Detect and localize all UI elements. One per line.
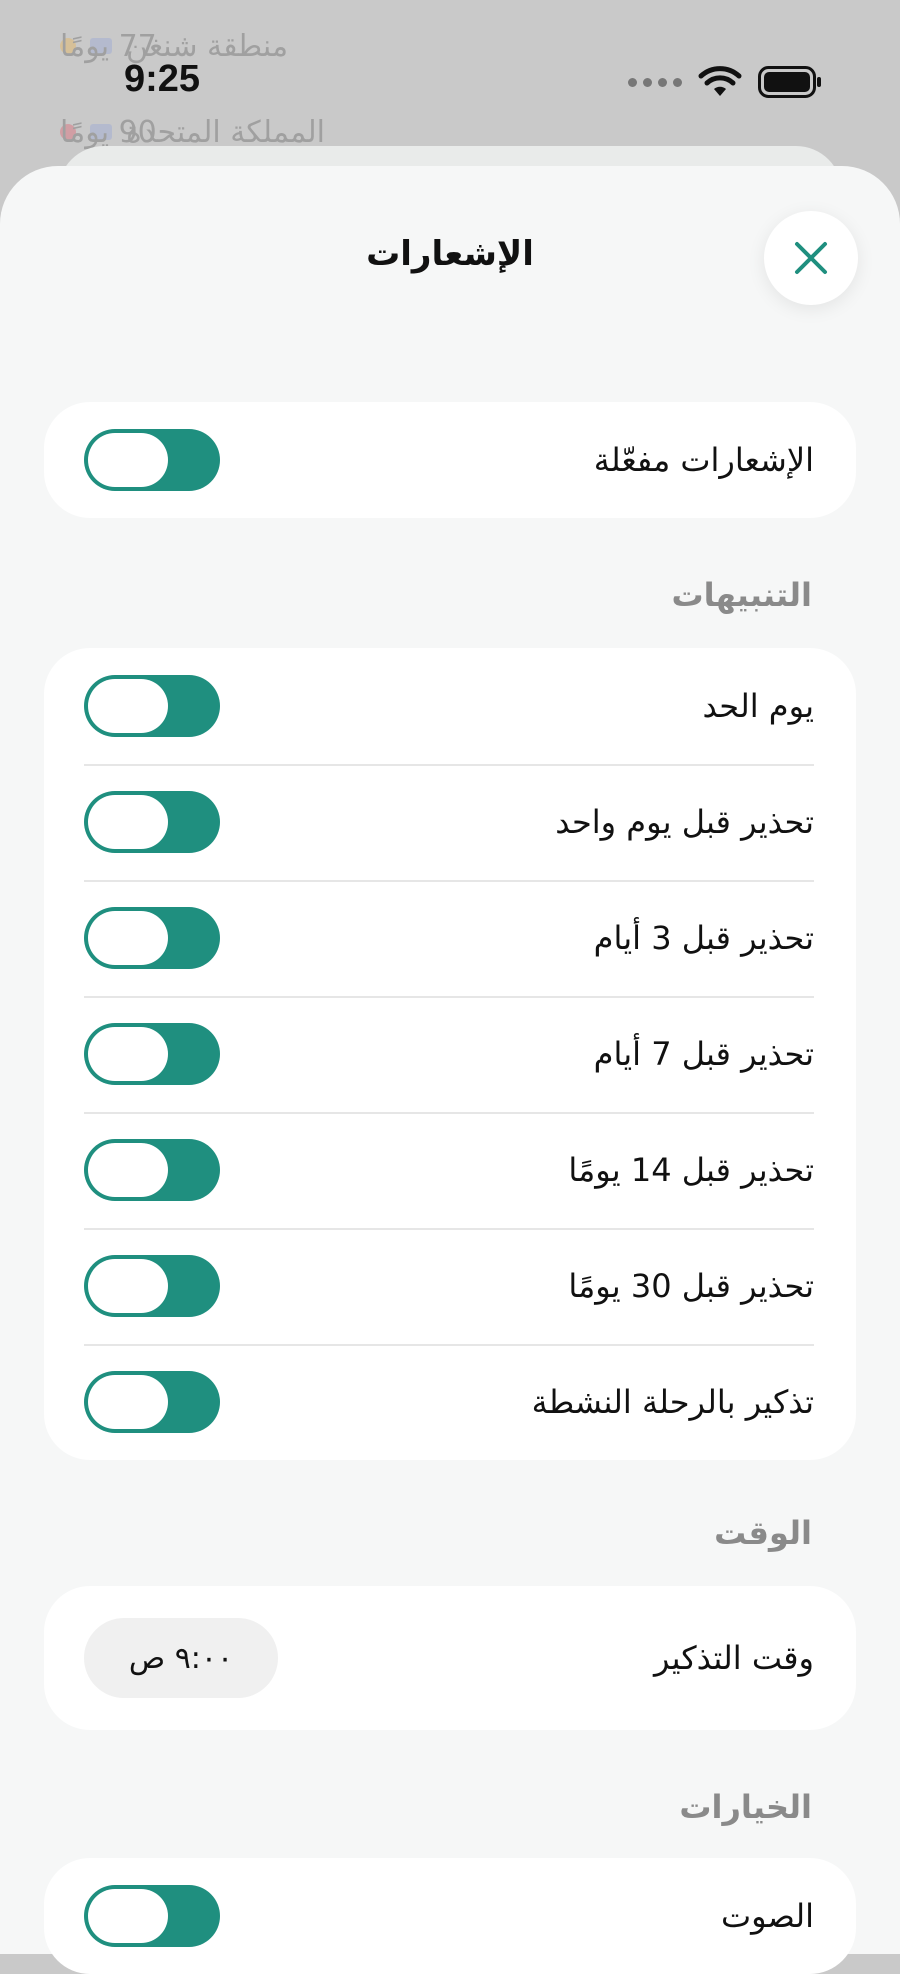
background-row-value: 90 يومًا	[60, 114, 157, 150]
alert-label: تحذير قبل 14 يومًا	[568, 1151, 814, 1189]
status-icons	[628, 62, 822, 102]
sound-toggle[interactable]	[84, 1885, 220, 1947]
alert-row-7-days: تحذير قبل 7 أيام	[44, 996, 856, 1112]
alert-toggle-3-days[interactable]	[84, 907, 220, 969]
reminder-time-picker[interactable]: ٩:٠٠ ص	[84, 1618, 278, 1698]
alert-label: تذكير بالرحلة النشطة	[531, 1383, 814, 1421]
options-section-header: الخيارات	[679, 1788, 812, 1826]
alert-row-1-day: تحذير قبل يوم واحد	[44, 764, 856, 880]
time-section-header: الوقت	[714, 1514, 812, 1552]
wifi-icon	[698, 66, 742, 96]
battery-icon	[758, 66, 821, 98]
notifications-enabled-label: الإشعارات مفعّلة	[593, 441, 814, 479]
options-card: الصوت	[44, 1858, 856, 1974]
alert-toggle-14-days[interactable]	[84, 1139, 220, 1201]
reminder-time-row: وقت التذكير ٩:٠٠ ص	[44, 1586, 856, 1730]
alert-label: يوم الحد	[702, 687, 814, 725]
alert-label: تحذير قبل 7 أيام	[593, 1035, 814, 1073]
close-x-icon	[795, 242, 827, 274]
alert-label: تحذير قبل يوم واحد	[555, 803, 814, 841]
alert-row-limit-day: يوم الحد	[44, 648, 856, 764]
reminder-time-label: وقت التذكير	[654, 1639, 814, 1677]
alert-toggle-1-day[interactable]	[84, 791, 220, 853]
alert-toggle-30-days[interactable]	[84, 1255, 220, 1317]
alert-row-30-days: تحذير قبل 30 يومًا	[44, 1228, 856, 1344]
alert-row-active-trip: تذكير بالرحلة النشطة	[44, 1344, 856, 1460]
alert-label: تحذير قبل 30 يومًا	[568, 1267, 814, 1305]
sound-label: الصوت	[720, 1897, 814, 1935]
alert-row-3-days: تحذير قبل 3 أيام	[44, 880, 856, 996]
alert-toggle-active-trip[interactable]	[84, 1371, 220, 1433]
status-time: 9:25	[124, 58, 201, 100]
alerts-card: يوم الحد تحذير قبل يوم واحد تحذير قبل 3 …	[44, 648, 856, 1460]
notifications-enabled-toggle[interactable]	[84, 429, 220, 491]
alert-toggle-limit-day[interactable]	[84, 675, 220, 737]
time-card: وقت التذكير ٩:٠٠ ص	[44, 1586, 856, 1730]
cellular-signal-icon	[628, 77, 682, 87]
alert-toggle-7-days[interactable]	[84, 1023, 220, 1085]
notifications-enabled-row: الإشعارات مفعّلة	[44, 402, 856, 518]
sound-row: الصوت	[44, 1858, 856, 1974]
alert-row-14-days: تحذير قبل 14 يومًا	[44, 1112, 856, 1228]
close-button[interactable]	[764, 211, 858, 305]
master-toggle-card: الإشعارات مفعّلة	[44, 402, 856, 518]
alert-label: تحذير قبل 3 أيام	[593, 919, 814, 957]
alerts-section-header: التنبيهات	[671, 576, 812, 614]
notifications-sheet: الإشعارات الإشعارات مفعّلة التنبيهات يوم…	[0, 166, 900, 1974]
